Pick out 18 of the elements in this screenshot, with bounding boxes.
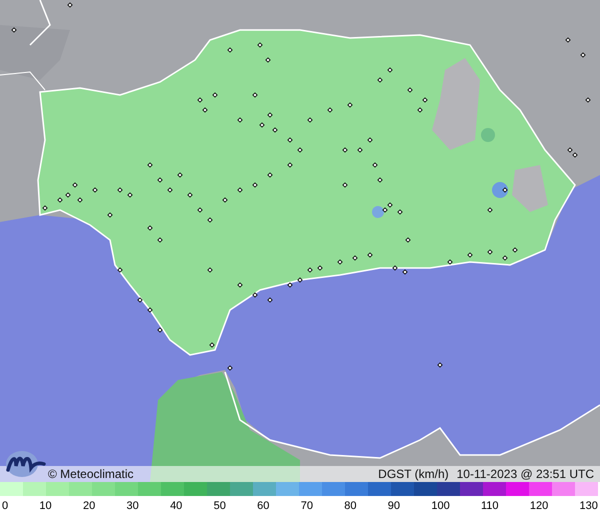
legend-label: 60 (257, 499, 270, 514)
legend-label: 80 (344, 499, 356, 514)
variable-text: DGST (km/h) (378, 468, 449, 480)
legend-label: 130 (580, 499, 598, 514)
legend-label: 100 (431, 499, 450, 514)
legend-label: 30 (126, 499, 139, 514)
legend-label: 110 (481, 499, 499, 514)
legend-label: 50 (214, 499, 226, 514)
legend-label: 10 (39, 499, 52, 514)
legend-label: 40 (170, 499, 182, 514)
logo-icon (4, 448, 46, 478)
timestamp-text: 10-11-2023 @ 23:51 UTC (456, 468, 594, 480)
copyright-text: © Meteoclimatic (48, 468, 134, 480)
legend-label: 70 (300, 499, 313, 514)
legend-label: 0 (2, 499, 8, 514)
legend-label: 20 (82, 499, 96, 514)
legend-label: 120 (530, 499, 548, 514)
legend-label: 90 (388, 499, 400, 514)
